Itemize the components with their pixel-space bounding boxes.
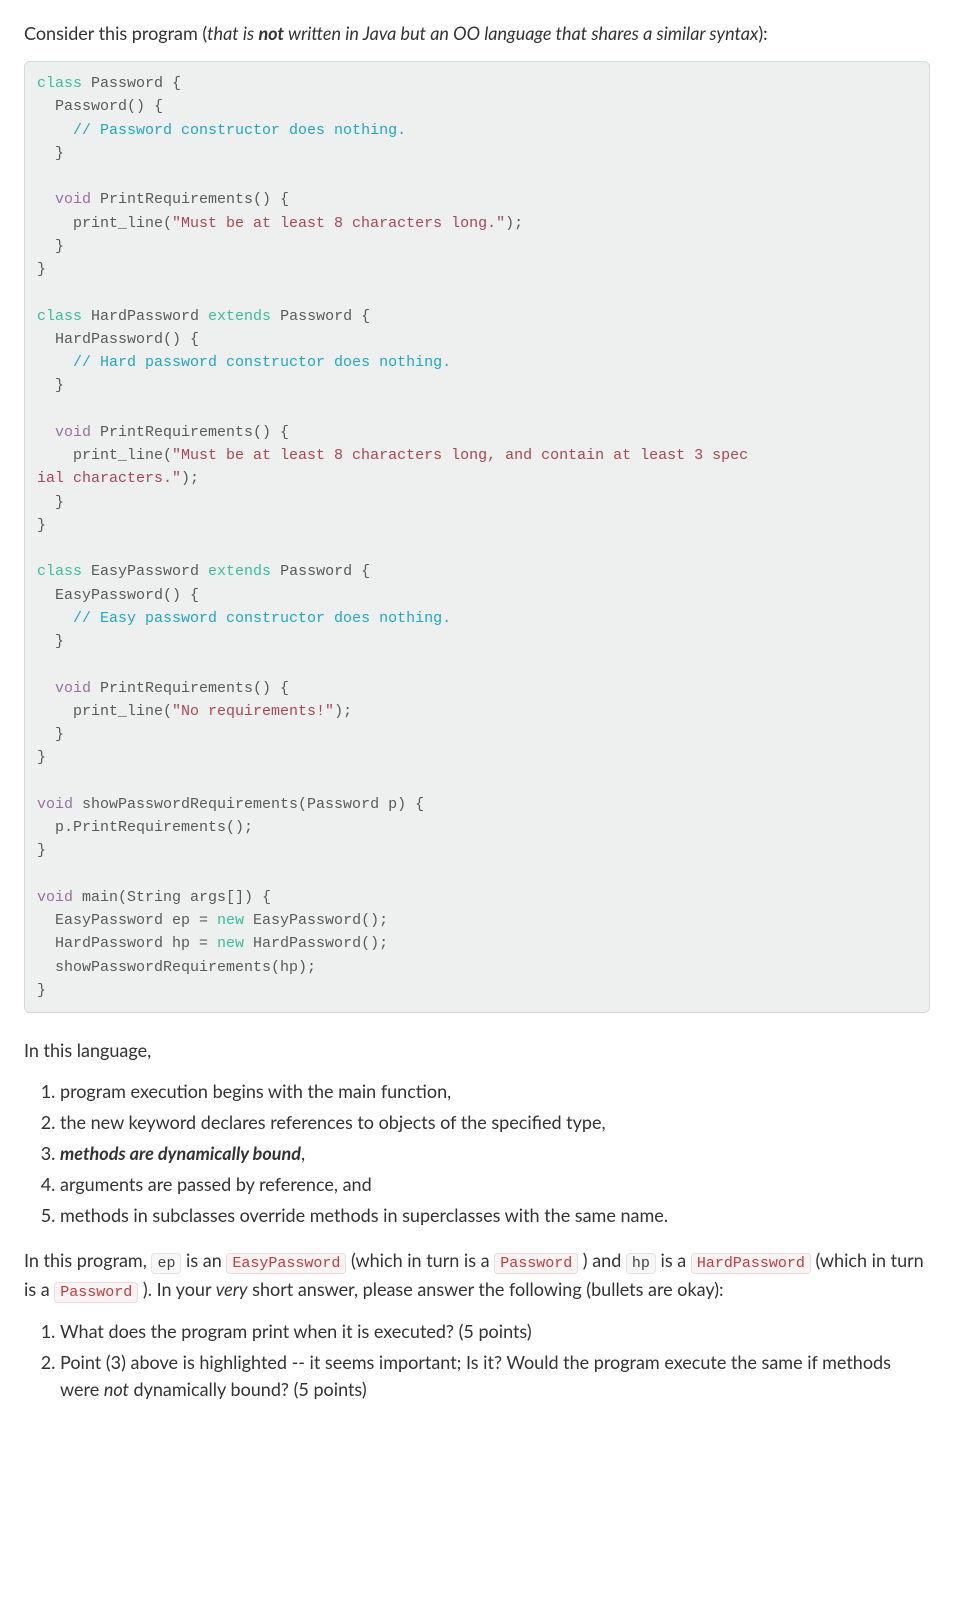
code-hp: hp	[626, 1253, 656, 1274]
rule-4: arguments are passed by reference, and	[60, 1171, 930, 1198]
code-password-2: Password	[54, 1282, 138, 1303]
rule-1: program execution begins with the main f…	[60, 1078, 930, 1105]
intro-pre: Consider this program (	[24, 22, 207, 44]
explain-paragraph: In this program, ep is an EasyPassword (…	[24, 1247, 930, 1304]
question-1: What does the program print when it is e…	[60, 1318, 930, 1345]
code-hardpassword: HardPassword	[691, 1253, 811, 1274]
language-rules-list: program execution begins with the main f…	[24, 1078, 930, 1229]
mid-paragraph: In this language,	[24, 1037, 930, 1064]
question-2: Point (3) above is highlighted -- it see…	[60, 1349, 930, 1403]
rule-5: methods in subclasses override methods i…	[60, 1202, 930, 1229]
intro-italic: that is not written in Java but an OO la…	[207, 22, 758, 44]
rule-2: the new keyword declares references to o…	[60, 1109, 930, 1136]
questions-list: What does the program print when it is e…	[24, 1318, 930, 1403]
code-block: class Password { Password() { // Passwor…	[24, 61, 930, 1013]
intro-paragraph: Consider this program (that is not writt…	[24, 20, 930, 47]
code-password-1: Password	[494, 1253, 578, 1274]
code-easypassword: EasyPassword	[226, 1253, 346, 1274]
rule-3: methods are dynamically bound,	[60, 1140, 930, 1167]
code-ep: ep	[151, 1253, 181, 1274]
